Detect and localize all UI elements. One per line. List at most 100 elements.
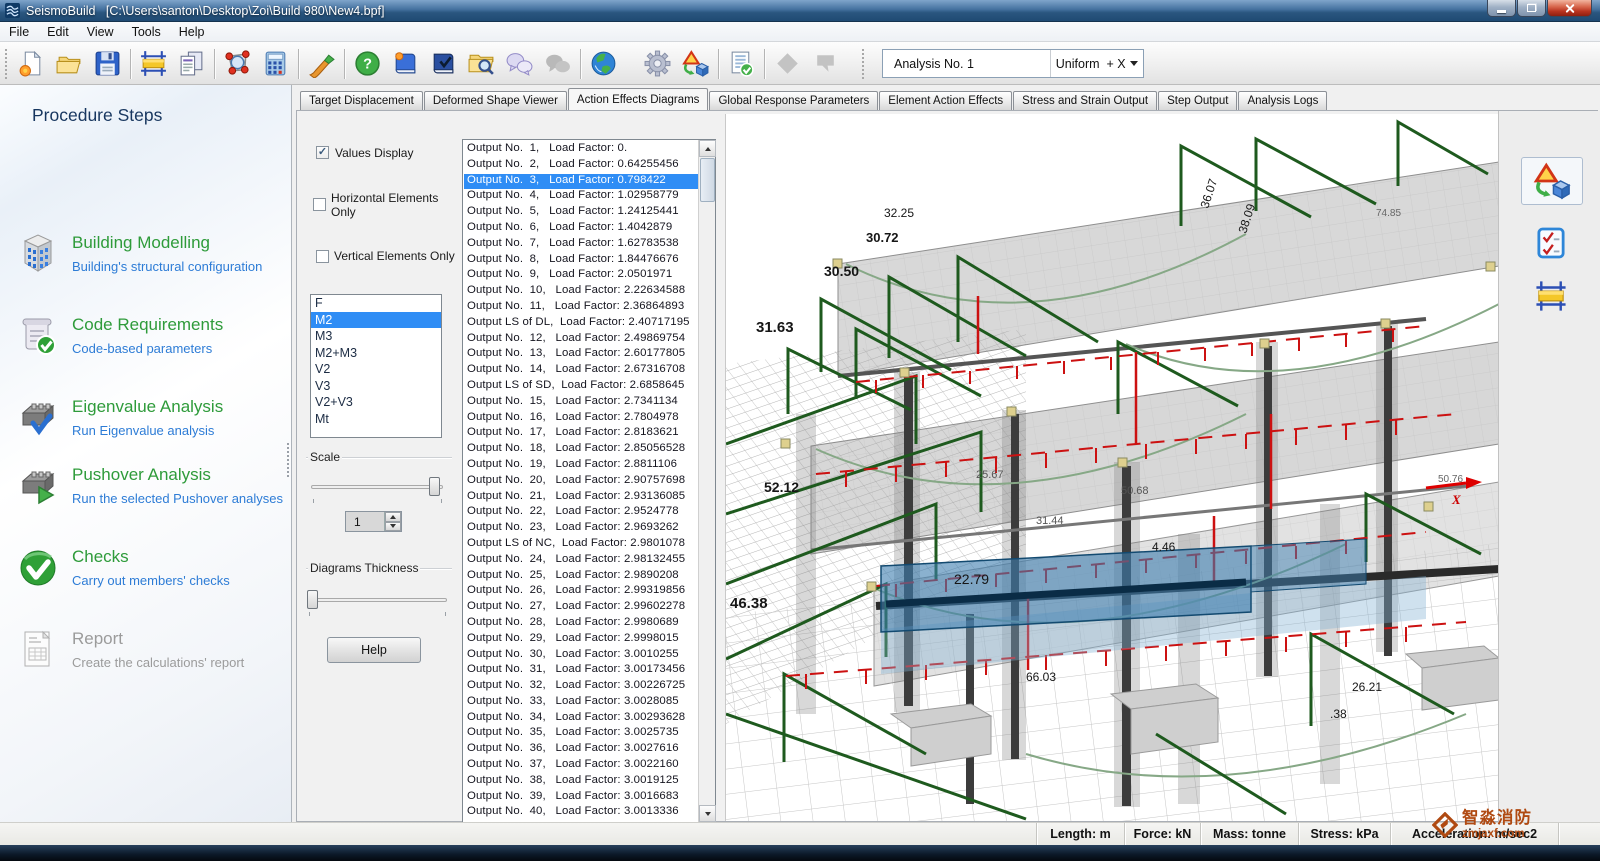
output-row[interactable]: Output No. 14, Load Factor: 2.67316708 [464,363,698,379]
tab-global-response-parameters[interactable]: Global Response Parameters [709,91,878,110]
calculator-button[interactable] [258,46,292,80]
output-row[interactable]: Output No. 10, Load Factor: 2.22634588 [464,284,698,300]
output-scrollbar[interactable] [698,140,715,822]
tab-target-displacement[interactable]: Target Displacement [300,91,423,110]
output-row[interactable]: Output LS of NC, Load Factor: 2.9801078 [464,537,698,553]
step-title[interactable]: Pushover Analysis [72,465,211,485]
output-row[interactable]: Output No. 32, Load Factor: 3.00226725 [464,679,698,695]
settings-button[interactable] [640,46,674,80]
model-3d-button[interactable] [220,46,254,80]
output-row[interactable]: Output No. 17, Load Factor: 2.8183621 [464,426,698,442]
thickness-slider[interactable] [307,590,447,609]
output-row[interactable]: Output No. 39, Load Factor: 3.0016683 [464,790,698,806]
output-row[interactable]: Output No. 7, Load Factor: 1.62783538 [464,237,698,253]
scale-slider[interactable] [311,477,443,496]
output-row[interactable]: Output No. 3, Load Factor: 0.798422 [464,174,698,190]
horizontal-elements-checkbox[interactable] [313,198,326,211]
output-row[interactable]: Output No. 18, Load Factor: 2.85056528 [464,442,698,458]
output-row[interactable]: Output No. 30, Load Factor: 3.0010255 [464,648,698,664]
output-row[interactable]: Output No. 20, Load Factor: 2.90757698 [464,474,698,490]
scale-down-button[interactable] [385,522,401,532]
output-row[interactable]: Output No. 12, Load Factor: 2.49869754 [464,332,698,348]
output-row[interactable]: Output No. 6, Load Factor: 1.4042879 [464,221,698,237]
new-project-button[interactable] [14,46,48,80]
frame-sections-button[interactable] [136,46,170,80]
toolbar-grip[interactable] [862,49,866,79]
output-row[interactable]: Output No. 34, Load Factor: 3.00293628 [464,711,698,727]
output-row[interactable]: Output No. 1, Load Factor: 0. [464,142,698,158]
menu-help[interactable]: Help [170,23,214,41]
save-project-button[interactable] [90,46,124,80]
display-settings-button[interactable] [304,46,338,80]
dropdown-arrow-icon[interactable] [1126,61,1143,66]
diagram-type-option[interactable]: V2 [311,361,441,378]
step-title[interactable]: Checks [72,547,129,567]
output-row[interactable]: Output No. 16, Load Factor: 2.7804978 [464,411,698,427]
step-subtitle[interactable]: Create the calculations' report [72,655,244,670]
tab-deformed-shape-viewer[interactable]: Deformed Shape Viewer [424,91,567,110]
output-row[interactable]: Output No. 36, Load Factor: 3.0027616 [464,742,698,758]
model-3d-viewport[interactable]: 31.63 30.50 30.72 32.25 52.12 22.79 46.3… [725,114,1498,821]
output-row[interactable]: Output No. 22, Load Factor: 2.9524778 [464,505,698,521]
output-row[interactable]: Output No. 5, Load Factor: 1.24125441 [464,205,698,221]
output-row[interactable]: Output No. 27, Load Factor: 2.99602278 [464,600,698,616]
output-row[interactable]: Output No. 37, Load Factor: 3.0022160 [464,758,698,774]
step-title[interactable]: Report [72,629,123,649]
diagram-type-option[interactable]: M2 [311,312,441,329]
output-row[interactable]: Output No. 15, Load Factor: 2.7341134 [464,395,698,411]
website-button[interactable] [586,46,620,80]
output-row[interactable]: Output No. 29, Load Factor: 2.9998015 [464,632,698,648]
output-steps-list[interactable]: Output No. 1, Load Factor: 0.Output No. … [462,139,716,823]
output-row[interactable]: Output LS of SD, Load Factor: 2.6858645 [464,379,698,395]
checks-list-side-button[interactable] [1537,227,1565,259]
sidebar-item-checks[interactable]: Checks Carry out members' checks [0,545,292,601]
output-row[interactable]: Output No. 2, Load Factor: 0.64255456 [464,158,698,174]
help-button[interactable]: Help [327,637,421,663]
sidebar-item-eigenvalue-analysis[interactable]: Eigenvalue Analysis Run Eigenvalue analy… [0,395,292,451]
output-row[interactable]: Output No. 11, Load Factor: 2.36864893 [464,300,698,316]
diagram-type-option[interactable]: V3 [311,378,441,395]
feedback-button[interactable] [502,46,536,80]
output-row[interactable]: Output No. 24, Load Factor: 2.98132455 [464,553,698,569]
toolbar-grip[interactable] [5,49,9,79]
output-row[interactable]: Output No. 21, Load Factor: 2.93136085 [464,490,698,506]
title-bar[interactable]: SeismoBuild [C:\Users\santon\Desktop\Zoi… [0,0,1600,22]
tab-stress-strain-output[interactable]: Stress and Strain Output [1013,91,1157,110]
step-title[interactable]: Building Modelling [72,233,210,253]
output-row[interactable]: Output No. 25, Load Factor: 2.9890208 [464,569,698,585]
menu-edit[interactable]: Edit [38,23,78,41]
values-display-checkbox[interactable]: ✓ [316,146,329,159]
run-analysis-button[interactable] [678,46,712,80]
report-button[interactable] [174,46,208,80]
tab-action-effects-diagrams[interactable]: Action Effects Diagrams [568,88,709,110]
output-row[interactable]: Output No. 8, Load Factor: 1.84476676 [464,253,698,269]
minimize-button[interactable] [1487,0,1516,17]
output-row[interactable]: Output No. 23, Load Factor: 2.9693262 [464,521,698,537]
vertical-elements-checkbox[interactable] [316,250,329,263]
run-analysis-side-button[interactable] [1521,157,1583,205]
tab-element-action-effects[interactable]: Element Action Effects [879,91,1012,110]
close-button[interactable] [1547,0,1592,17]
scroll-up-arrow[interactable] [699,140,716,157]
step-results-button[interactable] [724,46,758,80]
output-row[interactable]: Output No. 38, Load Factor: 3.0019125 [464,774,698,790]
menu-tools[interactable]: Tools [123,23,170,41]
diagram-type-option[interactable]: F [311,295,441,312]
diagram-type-option[interactable]: Mt [311,411,441,428]
sidebar-splitter[interactable] [287,443,289,477]
scroll-thumb[interactable] [700,158,715,202]
output-row[interactable]: Output No. 40, Load Factor: 3.0013336 [464,805,698,821]
menu-view[interactable]: View [78,23,123,41]
diagram-type-option[interactable]: M3 [311,328,441,345]
output-row[interactable]: Output No. 31, Load Factor: 3.00173456 [464,663,698,679]
step-subtitle[interactable]: Carry out members' checks [72,573,230,588]
output-row[interactable]: Output No. 28, Load Factor: 2.9980689 [464,616,698,632]
diagram-type-option[interactable]: V2+V3 [311,394,441,411]
restore-button[interactable] [1517,0,1546,17]
output-row[interactable]: Output No. 35, Load Factor: 3.0025735 [464,726,698,742]
thickness-slider-thumb[interactable] [307,590,318,609]
output-row[interactable]: Output No. 13, Load Factor: 2.60177805 [464,347,698,363]
analysis-selector[interactable]: Analysis No. 1 Uniform + X [882,49,1144,78]
scale-spinner[interactable]: 1 [345,511,402,532]
examples-folder-button[interactable] [464,46,498,80]
